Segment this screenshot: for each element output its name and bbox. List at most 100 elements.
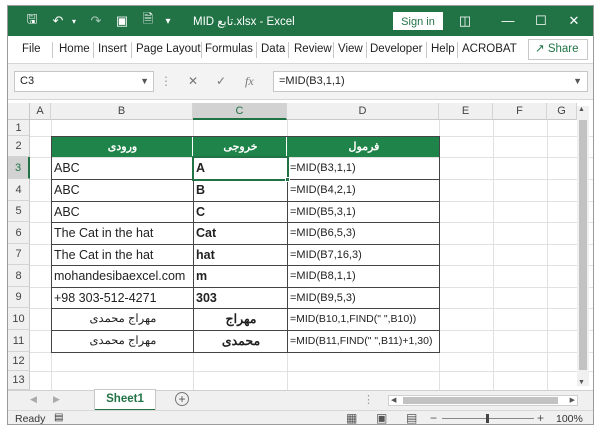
cell-d8[interactable]: =MID(B8,1,1) xyxy=(288,266,438,287)
horizontal-scrollbar[interactable]: ◀ ▶ xyxy=(388,395,578,406)
horizontal-scroll-thumb[interactable] xyxy=(403,397,558,404)
zoom-level[interactable]: 100% xyxy=(556,413,583,424)
tab-data[interactable]: Data xyxy=(261,43,285,55)
column-header-c[interactable]: C xyxy=(193,103,287,120)
tab-view[interactable]: View xyxy=(338,43,363,55)
close-icon[interactable]: ✕ xyxy=(564,12,584,30)
cell-d7[interactable]: =MID(B7,16,3) xyxy=(288,245,438,265)
cell-c4[interactable]: B xyxy=(194,180,286,201)
save-icon[interactable]: 🖫 xyxy=(24,11,40,29)
cell-c7[interactable]: hat xyxy=(194,245,286,265)
sheet-tab-sheet1[interactable]: Sheet1 xyxy=(95,390,155,411)
cell-c10[interactable]: مهراج xyxy=(194,309,286,330)
vertical-scrollbar[interactable]: ▲ ▼ xyxy=(577,106,589,386)
insert-function-icon[interactable]: fx xyxy=(245,74,254,89)
cell-d6[interactable]: =MID(B6,5,3) xyxy=(288,223,438,244)
tab-home[interactable]: Home xyxy=(59,43,90,55)
redo-icon[interactable]: ↷ xyxy=(88,13,104,29)
tab-insert[interactable]: Insert xyxy=(98,43,127,55)
column-header-f[interactable]: F xyxy=(493,103,547,120)
cell-c11[interactable]: محمدی xyxy=(194,331,286,352)
tab-formulas[interactable]: Formulas xyxy=(205,43,253,55)
column-header-d[interactable]: D xyxy=(287,103,439,120)
row-header-7[interactable]: 7 xyxy=(8,244,30,265)
more-icon[interactable]: ⋮ xyxy=(160,74,172,88)
row-header-1[interactable]: 1 xyxy=(8,120,30,136)
cell-d5[interactable]: =MID(B5,3,1) xyxy=(288,202,438,222)
cell-b4[interactable]: ABC xyxy=(52,180,192,201)
scroll-up-icon[interactable]: ▲ xyxy=(578,106,585,113)
row-header-13[interactable]: 13 xyxy=(8,371,30,390)
cell-b6[interactable]: The Cat in the hat xyxy=(52,223,192,244)
expand-formula-icon[interactable]: ▼ xyxy=(573,72,582,91)
zoom-out-icon[interactable]: − xyxy=(430,411,437,424)
camera-icon[interactable]: ▣ xyxy=(114,13,130,29)
row-header-4[interactable]: 4 xyxy=(8,179,30,201)
zoom-slider-thumb[interactable] xyxy=(486,414,489,423)
next-sheet-icon[interactable]: ▶ xyxy=(53,394,60,405)
row-header-3[interactable]: 3 xyxy=(8,157,30,179)
column-header-e[interactable]: E xyxy=(439,103,493,120)
cell-d3[interactable]: =MID(B3,1,1) xyxy=(288,158,438,179)
cell-d4[interactable]: =MID(B4,2,1) xyxy=(288,180,438,201)
normal-view-icon[interactable]: ▦ xyxy=(346,411,357,424)
cell-b5[interactable]: ABC xyxy=(52,202,192,222)
row-header-12[interactable]: 12 xyxy=(8,352,30,371)
minimize-icon[interactable]: — xyxy=(498,12,518,30)
page-layout-view-icon[interactable]: ▣ xyxy=(376,411,387,424)
tab-file[interactable]: File xyxy=(22,43,41,55)
row-header-5[interactable]: 5 xyxy=(8,201,30,222)
cell-b8[interactable]: mohandesibaexcel.com xyxy=(52,266,192,287)
cell-b7[interactable]: The Cat in the hat xyxy=(52,245,192,265)
maximize-icon[interactable]: ☐ xyxy=(531,12,551,30)
column-header-g[interactable]: G xyxy=(547,103,577,120)
chevron-down-icon[interactable]: ▼ xyxy=(140,72,149,91)
fill-handle[interactable] xyxy=(285,177,290,182)
row-header-8[interactable]: 8 xyxy=(8,265,30,287)
cell-b9[interactable]: +98 303-512-4271 xyxy=(52,288,192,308)
cell-c9[interactable]: 303 xyxy=(194,288,286,308)
formula-input[interactable]: =MID(B3,1,1) ▼ xyxy=(273,71,588,92)
add-sheet-icon[interactable]: + xyxy=(175,392,189,406)
undo-dropdown-icon[interactable]: ▾ xyxy=(66,13,82,29)
cell-c6[interactable]: Cat xyxy=(194,223,286,244)
name-box[interactable]: C3 ▼ xyxy=(14,71,154,92)
share-button[interactable]: ↗ Share xyxy=(528,39,588,60)
enter-icon[interactable]: ✓ xyxy=(216,74,226,88)
cell-d9[interactable]: =MID(B9,5,3) xyxy=(288,288,438,308)
column-header-a[interactable]: A xyxy=(30,103,51,120)
row-header-11[interactable]: 11 xyxy=(8,330,30,352)
sign-in-button[interactable]: Sign in xyxy=(393,12,443,30)
select-all-corner[interactable] xyxy=(8,103,30,120)
tab-split-icon[interactable]: ⋮ xyxy=(363,393,374,406)
cancel-icon[interactable]: ✕ xyxy=(188,74,198,88)
cell-d10[interactable]: =MID(B10,1,FIND(" ",B10)) xyxy=(288,309,438,330)
zoom-in-icon[interactable]: + xyxy=(537,411,544,424)
tab-acrobat[interactable]: ACROBAT xyxy=(462,43,517,55)
cell-b11[interactable]: مهراج محمدی xyxy=(52,331,192,352)
cell-b10[interactable]: مهراج محمدی xyxy=(52,309,192,330)
tab-review[interactable]: Review xyxy=(294,43,332,55)
cell-d11[interactable]: =MID(B11,FIND(" ",B11)+1,30) xyxy=(288,331,438,352)
cell-c8[interactable]: m xyxy=(194,266,286,287)
cell-c5[interactable]: C xyxy=(194,202,286,222)
scroll-right-icon[interactable]: ▶ xyxy=(570,396,575,405)
scroll-down-icon[interactable]: ▼ xyxy=(578,379,585,386)
new-file-icon[interactable]: 🗎 xyxy=(140,11,156,29)
customize-toolbar-icon[interactable]: ▾ xyxy=(160,13,176,29)
cell-b3[interactable]: ABC xyxy=(52,158,192,179)
scroll-left-icon[interactable]: ◀ xyxy=(391,396,396,405)
tab-page-layout[interactable]: Page Layout xyxy=(136,43,201,55)
row-header-2[interactable]: 2 xyxy=(8,136,30,157)
row-header-6[interactable]: 6 xyxy=(8,222,30,244)
ribbon-display-icon[interactable]: ◫ xyxy=(455,12,475,30)
worksheet-grid[interactable]: A B C D E F G 1 2 3 4 5 6 7 8 9 10 11 12… xyxy=(8,100,593,390)
page-break-view-icon[interactable]: ▤ xyxy=(406,411,417,424)
row-header-9[interactable]: 9 xyxy=(8,287,30,308)
prev-sheet-icon[interactable]: ◀ xyxy=(30,394,37,405)
tab-help[interactable]: Help xyxy=(431,43,455,55)
row-header-10[interactable]: 10 xyxy=(8,308,30,330)
column-header-b[interactable]: B xyxy=(51,103,193,120)
undo-icon[interactable]: ↶ xyxy=(50,13,66,29)
vertical-scroll-thumb[interactable] xyxy=(579,120,587,370)
